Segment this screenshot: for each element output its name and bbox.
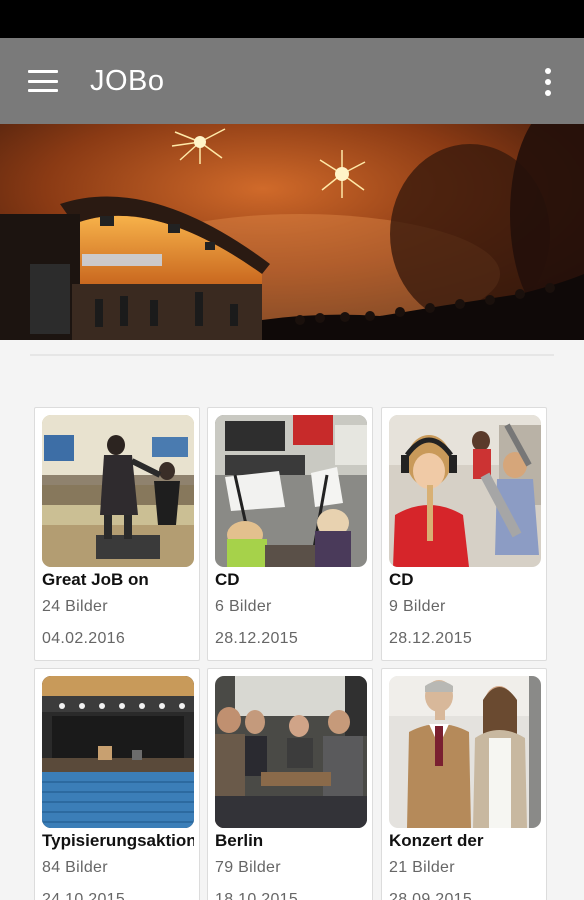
album-thumbnail: [389, 415, 541, 567]
album-count: 9 Bilder: [389, 598, 446, 615]
album-count: 24 Bilder: [42, 598, 108, 615]
album-date: 24.10.2015: [42, 891, 126, 900]
album-date: 28.12.2015: [389, 630, 473, 647]
album-card[interactable]: CD 9 Bilder 28.12.2015: [381, 407, 547, 661]
album-title: Great JoB on: [42, 570, 149, 589]
album-title: Typisierungsaktion: [42, 831, 194, 850]
album-count: 6 Bilder: [215, 598, 272, 615]
album-count: 21 Bilder: [389, 859, 455, 876]
album-card[interactable]: Berlin 79 Bilder 18.10.2015: [207, 668, 373, 900]
album-title: CD: [215, 570, 240, 589]
album-thumbnail: [42, 676, 194, 828]
divider: [30, 354, 554, 356]
album-date: 28.09.2015: [389, 891, 473, 900]
album-title: CD: [389, 570, 414, 589]
hamburger-menu-icon[interactable]: [0, 38, 86, 124]
app-title: JOBo: [90, 64, 165, 97]
album-card[interactable]: Konzert der 21 Bilder 28.09.2015: [381, 668, 547, 900]
app-bar: JOBo: [0, 38, 584, 124]
album-title: Konzert der: [389, 831, 484, 850]
hero-image: [0, 124, 584, 340]
album-count: 79 Bilder: [215, 859, 281, 876]
album-title: Berlin: [215, 831, 264, 850]
album-card[interactable]: Typisierungsaktion 84 Bilder 24.10.2015: [34, 668, 200, 900]
album-thumbnail: [215, 415, 367, 567]
more-vert-icon[interactable]: [526, 60, 570, 104]
album-count: 84 Bilder: [42, 859, 108, 876]
album-card[interactable]: Great JoB on 24 Bilder 04.02.2016: [34, 407, 200, 661]
status-bar: [0, 0, 584, 38]
album-thumbnail: [42, 415, 194, 567]
album-thumbnail: [389, 676, 541, 828]
album-date: 18.10.2015: [215, 891, 299, 900]
album-thumbnail: [215, 676, 367, 828]
album-date: 04.02.2016: [42, 630, 126, 647]
album-date: 28.12.2015: [215, 630, 299, 647]
album-card[interactable]: CD 6 Bilder 28.12.2015: [207, 407, 373, 661]
